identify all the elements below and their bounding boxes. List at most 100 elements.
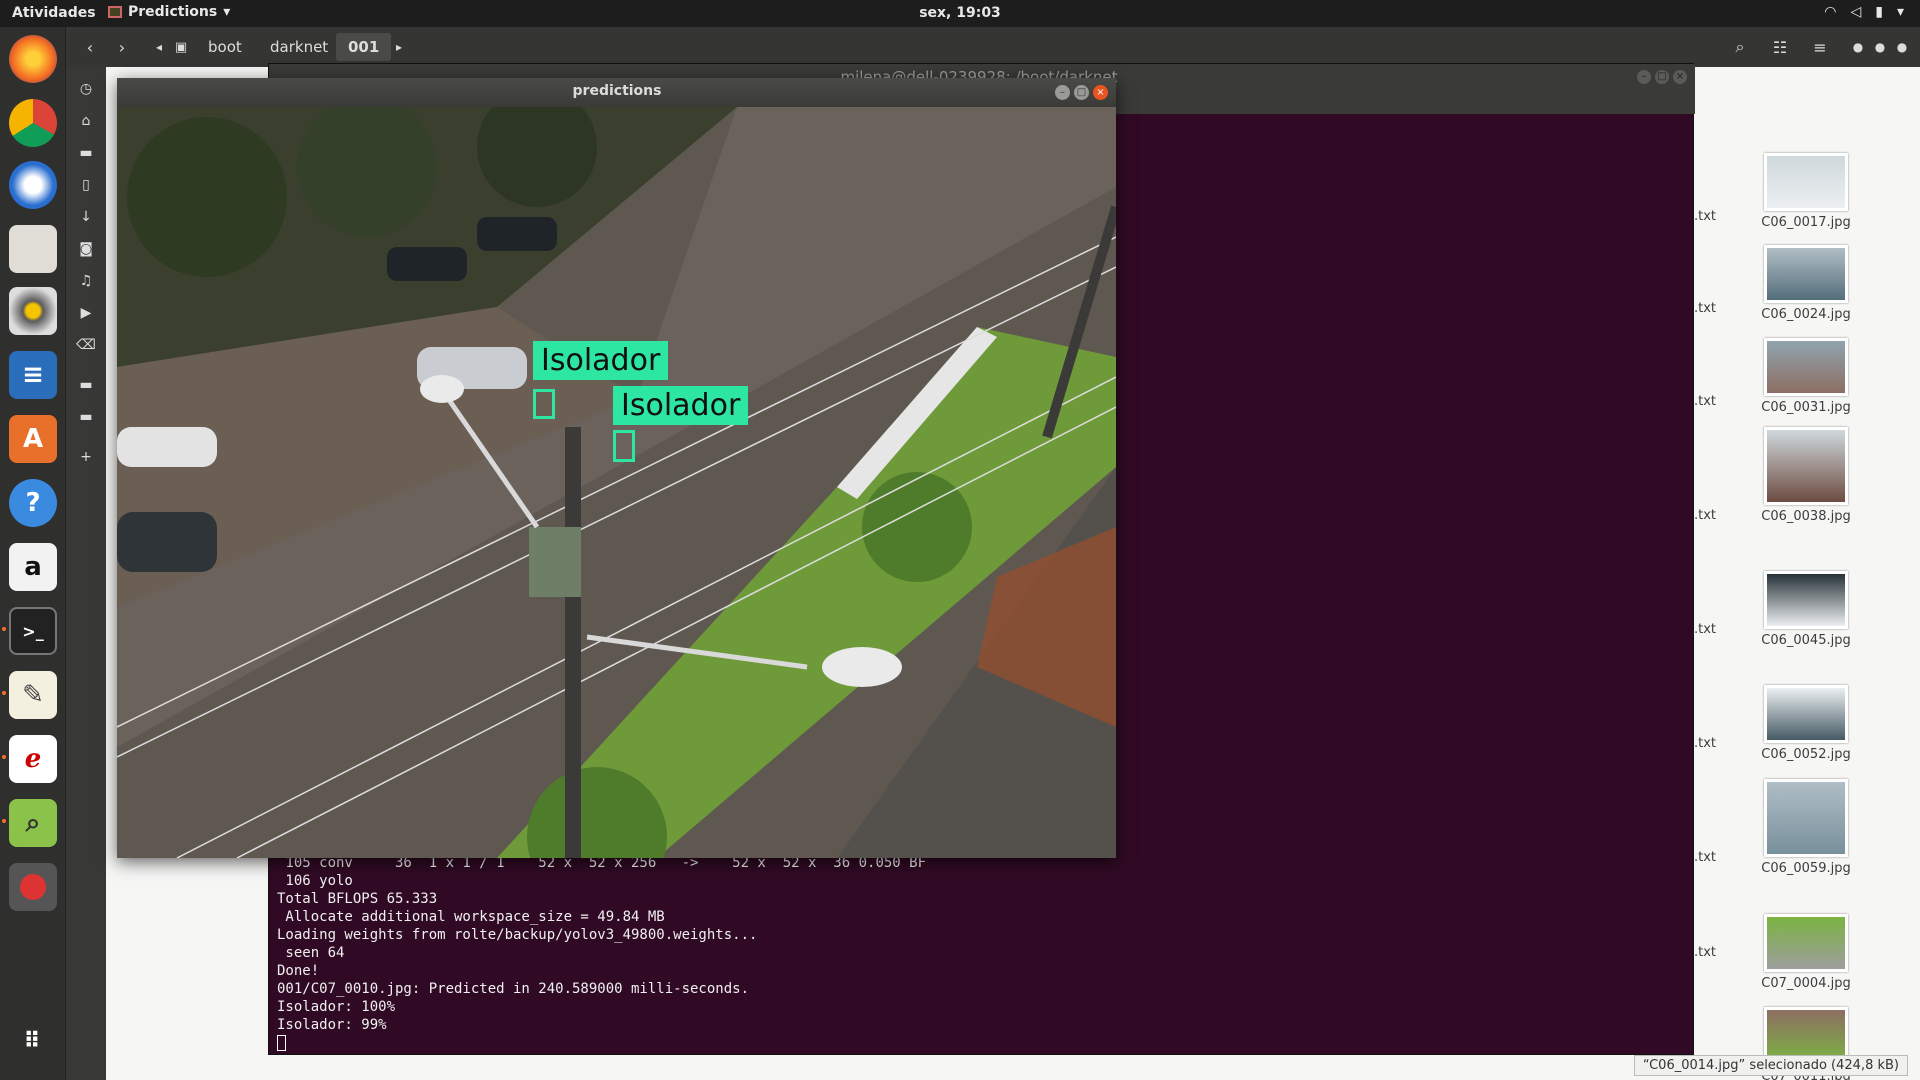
system-tray[interactable]: ◠ ◁ ▮ ▾ — [1824, 4, 1904, 20]
search-icon[interactable]: ⌕ — [1726, 33, 1754, 61]
terminal-line: 106 yolo — [277, 873, 353, 889]
file-item[interactable]: C07_0004.jpg — [1746, 914, 1866, 991]
minimize-icon[interactable]: – — [1055, 85, 1070, 100]
files-icon[interactable] — [9, 225, 57, 273]
view-options-icon[interactable]: ☷ — [1766, 33, 1794, 61]
file-ext[interactable]: .txt — [1694, 394, 1716, 409]
close-icon[interactable]: ● — [1892, 33, 1912, 61]
terminal-line: Allocate additional workspace_size = 49.… — [277, 909, 665, 925]
file-item[interactable]: C06_0031.jpg — [1746, 338, 1866, 415]
libreoffice-writer-icon[interactable]: ≡ — [9, 351, 57, 399]
close-icon[interactable]: × — [1673, 70, 1687, 84]
menu-icon[interactable]: ≡ — [1806, 33, 1834, 61]
wifi-icon[interactable]: ◠ — [1824, 4, 1836, 20]
terminal-line: seen 64 — [277, 945, 345, 961]
videos-icon[interactable]: ▶ — [76, 305, 96, 325]
activities-button[interactable]: Atividades — [12, 5, 96, 21]
file-ext[interactable]: .txt — [1694, 622, 1716, 637]
detection-box — [613, 430, 635, 462]
file-name: C06_0038.jpg — [1761, 509, 1851, 524]
clock[interactable]: sex, 19:03 — [919, 5, 1001, 21]
detection-box — [533, 389, 555, 419]
path-right-icon[interactable]: ▸ — [390, 33, 408, 61]
close-icon[interactable]: × — [1093, 85, 1108, 100]
folder-icon[interactable]: ▬ — [76, 409, 96, 429]
file-thumbnail — [1764, 685, 1848, 743]
predictions-titlebar[interactable]: predictions – □ × — [117, 78, 1116, 107]
pictures-icon[interactable]: ◙ — [76, 241, 96, 261]
file-name: C06_0017.jpg — [1761, 215, 1851, 230]
minimize-icon[interactable]: – — [1637, 70, 1651, 84]
help-icon[interactable]: ? — [9, 479, 57, 527]
document-viewer-icon[interactable]: ℯ — [9, 735, 57, 783]
folder-icon[interactable]: ▬ — [76, 377, 96, 397]
terminal-cursor — [277, 1035, 286, 1051]
file-ext[interactable]: .txt — [1694, 945, 1716, 960]
amazon-icon[interactable]: a — [9, 543, 57, 591]
forward-icon[interactable]: › — [108, 33, 136, 61]
file-item[interactable]: C06_0059.jpg — [1746, 779, 1866, 876]
breadcrumb-boot[interactable]: boot — [196, 33, 254, 61]
documents-icon[interactable]: ▯ — [76, 177, 96, 197]
recent-icon[interactable]: ◷ — [76, 81, 96, 101]
show-applications-icon[interactable]: ⠿ — [9, 1017, 57, 1065]
power-menu-icon[interactable]: ▾ — [1897, 4, 1904, 20]
top-panel: Atividades Predictions ▾ sex, 19:03 ◠ ◁ … — [0, 0, 1920, 27]
file-name: C06_0045.jpg — [1761, 633, 1851, 648]
file-item[interactable]: C06_0052.jpg — [1746, 685, 1866, 762]
add-location-icon[interactable]: + — [76, 449, 96, 469]
running-indicator — [2, 691, 6, 695]
folder-icon[interactable]: ▬ — [76, 145, 96, 165]
maximize-icon[interactable]: □ — [1074, 85, 1089, 100]
breadcrumb-001[interactable]: 001 — [336, 33, 392, 61]
status-bar: “C06_0014.jpg” selecionado (424,8 kB) — [1633, 1055, 1908, 1076]
chrome-icon[interactable] — [9, 99, 57, 147]
breadcrumb-darknet[interactable]: darknet — [258, 33, 340, 61]
minimize-icon[interactable]: ● — [1848, 33, 1868, 61]
firefox-icon[interactable] — [9, 35, 57, 83]
downloads-icon[interactable]: ↓ — [76, 209, 96, 229]
file-item[interactable]: C06_0024.jpg — [1746, 245, 1866, 322]
home-icon[interactable]: ⌂ — [76, 113, 96, 133]
terminal-output[interactable]: 105 conv 36 1 x 1 / 1 52 x 52 x 256 -> 5… — [277, 854, 1687, 1052]
drive-icon[interactable]: ▣ — [172, 33, 190, 61]
file-thumbnail — [1764, 153, 1848, 211]
maximize-icon[interactable]: □ — [1655, 70, 1669, 84]
path-left-icon[interactable]: ◂ — [150, 33, 168, 61]
file-item[interactable]: C06_0045.jpg — [1746, 571, 1866, 648]
file-thumbnail — [1764, 571, 1848, 629]
file-ext[interactable]: .txt — [1694, 850, 1716, 865]
predictions-title: predictions — [572, 83, 662, 99]
running-indicator — [2, 755, 6, 759]
file-ext[interactable]: .txt — [1694, 209, 1716, 224]
ubuntu-software-icon[interactable]: A — [9, 415, 57, 463]
file-ext[interactable]: .txt — [1694, 736, 1716, 751]
running-indicator — [2, 819, 6, 823]
trash-icon[interactable]: ⌫ — [76, 337, 96, 357]
back-icon[interactable]: ‹ — [76, 33, 104, 61]
terminal-icon[interactable]: >_ — [9, 607, 57, 655]
predictions-window[interactable]: predictions – □ × Isolador Isolador — [117, 78, 1116, 858]
battery-icon[interactable]: ▮ — [1875, 4, 1883, 20]
file-name: C06_0024.jpg — [1761, 307, 1851, 322]
terminal-line: Isolador: 100% — [277, 999, 396, 1015]
app-window-icon — [108, 6, 122, 18]
maximize-icon[interactable]: ● — [1870, 33, 1890, 61]
file-item[interactable]: C06_0017.jpg — [1746, 153, 1866, 230]
file-thumbnail — [1764, 914, 1848, 972]
image-viewer-icon[interactable]: ⌕ — [9, 799, 57, 847]
rhythmbox-icon[interactable] — [9, 287, 57, 335]
file-manager-sidebar: ◷ ⌂ ▬ ▯ ↓ ◙ ♫ ▶ ⌫ ▬ ▬ + — [66, 67, 106, 1080]
file-ext[interactable]: .txt — [1694, 301, 1716, 316]
terminal-line: 001/C07_0010.jpg: Predicted in 240.58900… — [277, 981, 750, 997]
no-entry-icon[interactable] — [9, 863, 57, 911]
file-item[interactable]: C06_0038.jpg — [1746, 427, 1866, 524]
music-icon[interactable]: ♫ — [76, 273, 96, 293]
file-thumbnail — [1764, 779, 1848, 857]
text-editor-icon[interactable]: ✎ — [9, 671, 57, 719]
file-ext[interactable]: .txt — [1694, 508, 1716, 523]
running-indicator — [2, 627, 6, 631]
thunderbird-icon[interactable] — [9, 161, 57, 209]
app-menu[interactable]: Predictions ▾ — [108, 4, 230, 20]
volume-mute-icon[interactable]: ◁ — [1850, 4, 1861, 20]
